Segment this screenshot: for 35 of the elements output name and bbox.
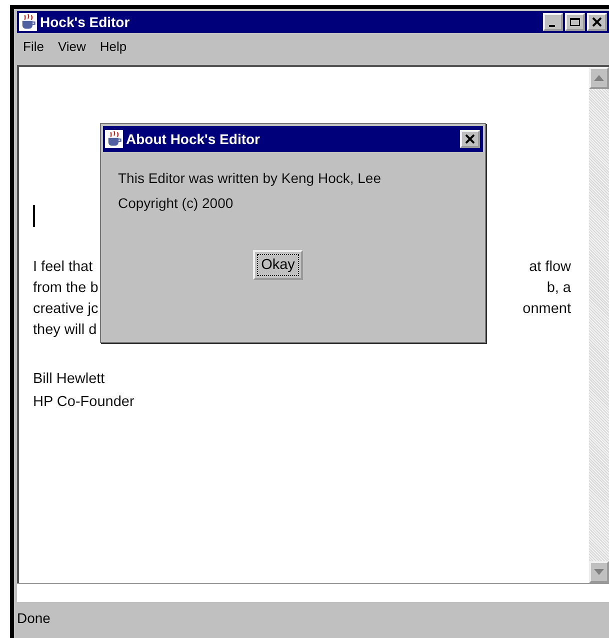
maximize-button[interactable] xyxy=(565,13,585,31)
okay-button[interactable]: Okay xyxy=(253,250,303,280)
scroll-down-button[interactable] xyxy=(589,561,609,583)
coffee-cup-icon xyxy=(105,130,123,148)
coffee-cup-icon xyxy=(19,13,37,31)
minimize-icon xyxy=(548,24,554,26)
vertical-scrollbar[interactable] xyxy=(589,67,609,583)
status-text: Done xyxy=(17,610,50,626)
close-icon xyxy=(464,134,476,144)
dialog-text: This Editor was written by Keng Hock, Lee xyxy=(118,169,382,188)
menu-item[interactable]: File xyxy=(23,38,44,54)
paragraph-text: onment xyxy=(522,300,571,319)
signature-text: Bill Hewlett xyxy=(33,370,106,389)
paragraph-text: creative jc xyxy=(33,300,98,319)
paragraph-text: b, a xyxy=(546,279,571,298)
up-arrow-icon xyxy=(594,75,604,81)
window-title: Hock's Editor xyxy=(40,14,131,30)
minimize-button[interactable] xyxy=(543,13,563,31)
scroll-up-button[interactable] xyxy=(589,67,609,89)
paragraph-text: I feel that xyxy=(33,258,93,277)
signature-text: HP Co-Founder xyxy=(33,393,136,412)
paragraph-text: from the b xyxy=(33,279,98,298)
close-button[interactable] xyxy=(587,13,607,31)
menu-item[interactable]: View xyxy=(58,38,86,54)
close-icon xyxy=(591,17,603,27)
text-cursor xyxy=(33,205,35,227)
dialog-title: About Hock's Editor xyxy=(126,131,261,147)
paragraph-text: at flow xyxy=(529,258,571,277)
down-arrow-icon xyxy=(594,569,604,575)
maximize-icon xyxy=(569,17,581,27)
menu-item[interactable]: Help xyxy=(100,38,127,54)
dialog-text: Copyright (c) 2000 xyxy=(118,194,234,213)
close-button[interactable] xyxy=(460,130,480,148)
input-field[interactable] xyxy=(17,583,609,602)
paragraph-text: they will d xyxy=(33,321,97,340)
